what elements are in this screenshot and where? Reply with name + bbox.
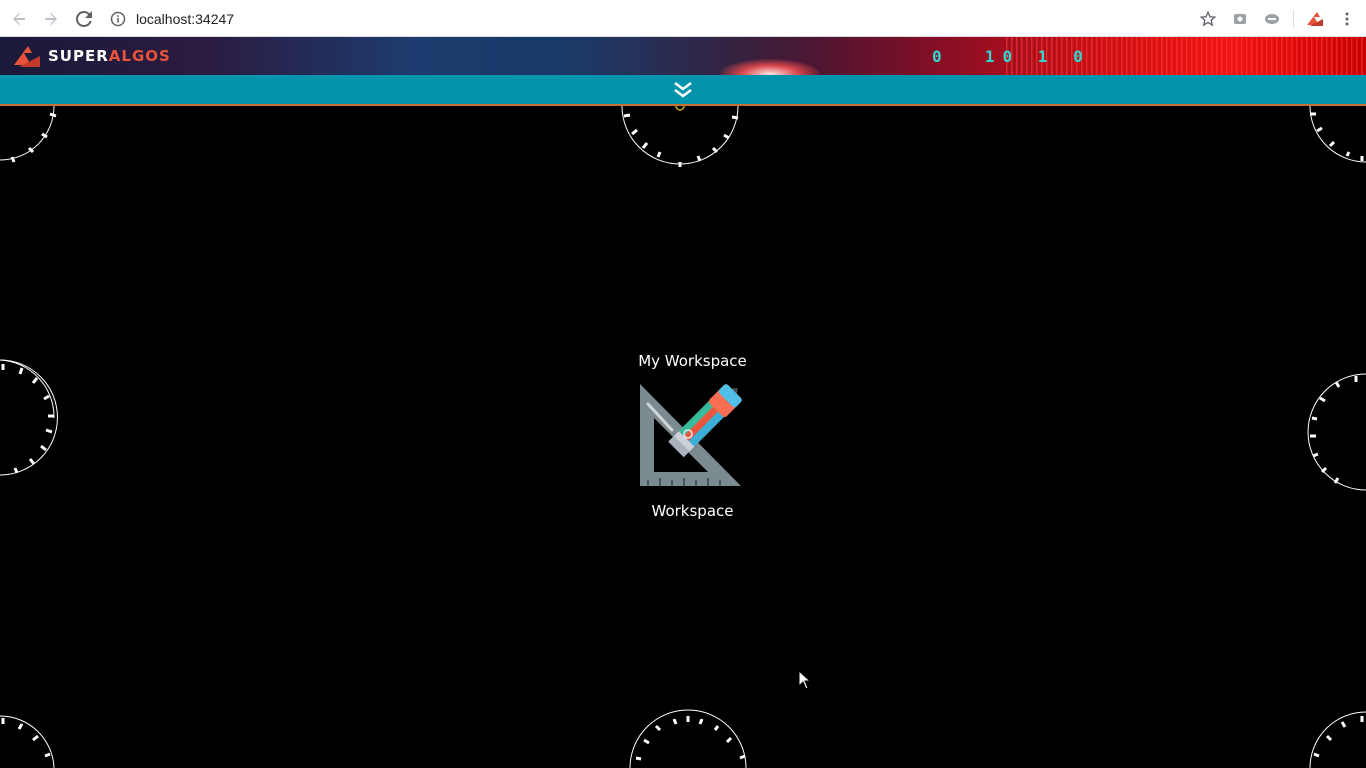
banner-binary-text: 0 10 1 0 (932, 47, 1091, 66)
more-vert-icon (1345, 12, 1349, 26)
extension-button-2[interactable] (1261, 8, 1283, 30)
info-icon (110, 11, 126, 27)
address-bar[interactable]: localhost:34247 (110, 7, 234, 31)
designer-canvas[interactable]: My Workspace Workspace (0, 106, 1366, 768)
superalgos-extension-button[interactable] (1304, 8, 1326, 30)
bookmark-star-button[interactable] (1197, 8, 1219, 30)
extension-button-1[interactable] (1229, 8, 1251, 30)
browser-toolbar: localhost:34247 (0, 0, 1366, 37)
browser-menu-button[interactable] (1336, 8, 1358, 30)
superalgos-logo-icon (1307, 12, 1323, 26)
extension-icon (1265, 14, 1279, 24)
reload-icon (76, 11, 92, 27)
arrow-left-icon (13, 13, 25, 25)
superalgos-logo[interactable]: SUPERALGOS (12, 43, 171, 69)
designer-toolbar (0, 75, 1366, 106)
arrow-right-icon (45, 13, 57, 25)
back-button[interactable] (8, 8, 30, 30)
node-type-label: Workspace (651, 502, 734, 520)
forward-button[interactable] (40, 8, 62, 30)
logo-text-algos: ALGOS (108, 47, 171, 65)
toolbar-divider (1293, 10, 1294, 28)
banner-glow (720, 59, 820, 75)
logo-text-super: SUPER (48, 47, 109, 65)
logo-text: SUPERALGOS (48, 47, 171, 65)
mouse-cursor (798, 669, 812, 694)
url-text: localhost:34247 (136, 11, 235, 27)
extension-icon (1234, 14, 1246, 24)
star-icon (1199, 10, 1217, 27)
expand-toolbar-button[interactable] (672, 81, 694, 101)
node-title: My Workspace (638, 352, 747, 370)
app-header-banner: SUPERALGOS 0 10 1 0 (0, 37, 1366, 75)
double-chevron-down-icon (674, 81, 692, 98)
workspace-icon[interactable] (638, 382, 742, 492)
superalgos-logo-icon (14, 46, 40, 67)
reload-button[interactable] (73, 8, 95, 30)
